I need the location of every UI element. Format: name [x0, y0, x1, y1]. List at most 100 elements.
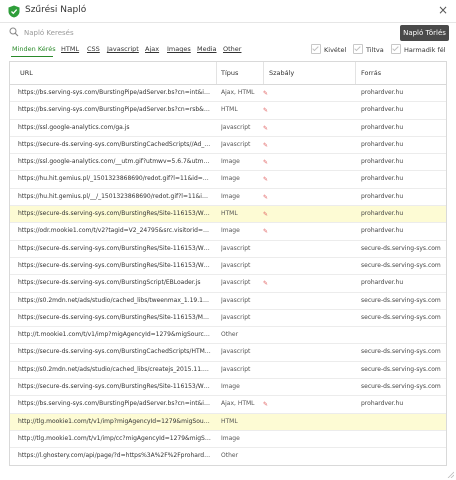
table-row[interactable]: https://odr.mookie1.com/t/v2?tagid=V2_24… — [10, 223, 446, 241]
pencil-icon[interactable]: ✎ — [263, 90, 268, 97]
url-cell: https://secure-ds.serving-sys.com/Bursti… — [18, 244, 211, 252]
table-row[interactable]: https://secure-ds.serving-sys.com/Bursti… — [10, 206, 446, 224]
table-row[interactable]: https://hu.hit.gemius.pl/_1501323868690/… — [10, 171, 446, 189]
pencil-icon[interactable]: ✎ — [263, 142, 268, 149]
pencil-icon[interactable]: ✎ — [263, 176, 268, 183]
type-cell: HTML — [221, 106, 238, 114]
pencil-icon[interactable]: ✎ — [263, 211, 268, 218]
column-header-rule[interactable]: Szabály — [269, 62, 294, 84]
filter-label: Harmadik fél — [404, 46, 446, 54]
tab-javascript[interactable]: Javascript — [107, 45, 139, 53]
url-cell: https://secure-ds.serving-sys.com/Bursti… — [18, 348, 211, 356]
type-cell: Javascript — [221, 244, 251, 252]
pencil-icon[interactable]: ✎ — [263, 159, 268, 166]
tab-media[interactable]: Media — [197, 45, 217, 53]
checkbox-icon — [353, 44, 363, 54]
tab-ajax[interactable]: Ajax — [145, 45, 159, 53]
pencil-icon[interactable]: ✎ — [263, 280, 268, 287]
table-row[interactable]: https://bs.serving-sys.com/BurstingPipe/… — [10, 102, 446, 120]
type-cell: Image — [221, 175, 240, 183]
table-body: https://bs.serving-sys.com/BurstingPipe/… — [10, 85, 446, 465]
table-row[interactable]: https://bs.serving-sys.com/BurstingPipe/… — [10, 396, 446, 414]
url-cell: https://l.ghostery.com/api/page/?d=https… — [18, 452, 211, 460]
column-header-url[interactable]: URL — [20, 62, 33, 84]
table-row[interactable]: https://secure-ds.serving-sys.com/Bursti… — [10, 241, 446, 258]
pencil-icon[interactable]: ✎ — [263, 401, 268, 408]
search-icon — [9, 27, 19, 37]
url-cell: http://tlg.mookie1.com/t/v1/imp/cc?migAg… — [18, 434, 211, 442]
table-row[interactable]: https://secure-ds.serving-sys.com/Bursti… — [10, 344, 446, 362]
table-row[interactable]: https://l.ghostery.com/api/page/?d=https… — [10, 448, 446, 465]
type-tabs: Minden Kérés HTML CSS Javascript Ajax Im… — [0, 43, 456, 57]
pencil-icon[interactable]: ✎ — [263, 125, 268, 132]
url-cell: https://s0.2mdn.net/ads/studio/cached_li… — [18, 296, 211, 304]
tab-other[interactable]: Other — [223, 45, 241, 53]
type-cell: Image — [221, 434, 240, 442]
search-input[interactable] — [22, 25, 386, 41]
type-cell: Javascript — [221, 348, 251, 356]
type-cell: Javascript — [221, 261, 251, 269]
table-row[interactable]: https://secure-ds.serving-sys.com/Bursti… — [10, 379, 446, 397]
url-cell: https://bs.serving-sys.com/BurstingPipe/… — [18, 89, 211, 96]
url-cell: https://hu.hit.gemius.pl/__/_15013238686… — [18, 192, 211, 200]
table-row[interactable]: https://secure-ds.serving-sys.com/Bursti… — [10, 310, 446, 328]
type-cell: Image — [221, 158, 240, 166]
tab-all-requests[interactable]: Minden Kérés — [12, 45, 56, 53]
column-divider — [216, 62, 217, 84]
type-cell: HTML — [221, 210, 238, 218]
url-cell: https://secure-ds.serving-sys.com/Bursti… — [18, 313, 211, 321]
source-cell: prohardver.hu — [361, 192, 404, 200]
url-cell: https://odr.mookie1.com/t/v2?tagid=V2_24… — [18, 227, 211, 235]
table-row[interactable]: http://t.mookie1.com/t/v1/imp?migAgencyI… — [10, 327, 446, 345]
source-cell: secure-ds.serving-sys.com — [361, 383, 441, 391]
tab-html[interactable]: HTML — [61, 45, 79, 53]
pencil-icon[interactable]: ✎ — [263, 107, 268, 114]
search-bar: Napló Törlés — [0, 23, 456, 43]
table-row[interactable]: http://tlg.mookie1.com/t/v1/imp?migAgenc… — [10, 413, 446, 431]
url-cell: https://s0.2mdn.net/ads/studio/cached_li… — [18, 365, 211, 373]
table-row[interactable]: https://s0.2mdn.net/ads/studio/cached_li… — [10, 293, 446, 310]
table-row[interactable]: https://ssl.google-analytics.com/__utm.g… — [10, 154, 446, 172]
table-row[interactable]: https://secure-ds.serving-sys.com/Bursti… — [10, 258, 446, 276]
column-header-type[interactable]: Típus — [221, 62, 238, 84]
source-cell: prohardver.hu — [361, 279, 404, 287]
filter-label: Kivétel — [324, 46, 347, 54]
type-cell: Image — [221, 227, 240, 235]
table-row[interactable]: https://secure-ds.serving-sys.com/Bursti… — [10, 275, 446, 293]
shield-check-icon — [8, 5, 20, 18]
source-cell: prohardver.hu — [361, 140, 404, 148]
url-cell: https://hu.hit.gemius.pl/_1501323868690/… — [18, 175, 211, 183]
type-cell: Javascript — [221, 123, 251, 131]
table-row[interactable]: https://hu.hit.gemius.pl/__/_15013238686… — [10, 189, 446, 207]
tab-css[interactable]: CSS — [87, 45, 100, 53]
table-header: URL Típus Szabály Forrás — [10, 62, 446, 85]
filter-third-party-checkbox[interactable]: Harmadik fél — [391, 44, 446, 54]
source-cell: secure-ds.serving-sys.com — [361, 296, 441, 304]
table-row[interactable]: https://ssl.google-analytics.com/ga.js Ja… — [10, 120, 446, 137]
checkbox-icon — [391, 44, 401, 54]
pencil-icon[interactable]: ✎ — [263, 228, 268, 235]
source-cell: prohardver.hu — [361, 89, 404, 96]
url-cell: https://bs.serving-sys.com/BurstingPipe/… — [18, 400, 211, 408]
title-bar: Szűrési Napló × — [0, 0, 456, 23]
resize-grip-icon[interactable] — [446, 470, 454, 478]
source-cell: prohardver.hu — [361, 227, 404, 235]
close-icon[interactable]: × — [438, 3, 448, 17]
source-cell: prohardver.hu — [361, 123, 404, 131]
filter-blocked-checkbox[interactable]: Tiltva — [353, 44, 384, 54]
table-row[interactable]: https://secure-ds.serving-sys.com/Bursti… — [10, 137, 446, 155]
table-row[interactable]: https://bs.serving-sys.com/BurstingPipe/… — [10, 85, 446, 103]
column-header-source[interactable]: Forrás — [361, 62, 381, 84]
source-cell: secure-ds.serving-sys.com — [361, 365, 441, 373]
table-row[interactable]: http://tlg.mookie1.com/t/v1/imp/cc?migAg… — [10, 431, 446, 449]
pencil-icon[interactable]: ✎ — [263, 194, 268, 201]
url-cell: https://secure-ds.serving-sys.com/Bursti… — [18, 383, 211, 391]
request-log-table: URL Típus Szabály Forrás https://bs.serv… — [9, 61, 447, 466]
type-cell: Javascript — [221, 140, 251, 148]
table-row[interactable]: https://s0.2mdn.net/ads/studio/cached_li… — [10, 362, 446, 380]
filter-exception-checkbox[interactable]: Kivétel — [311, 44, 346, 54]
url-cell: https://secure-ds.serving-sys.com/Bursti… — [18, 279, 201, 287]
type-cell: Image — [221, 383, 240, 391]
tab-images[interactable]: Images — [167, 45, 191, 53]
clear-log-button[interactable]: Napló Törlés — [400, 25, 449, 41]
